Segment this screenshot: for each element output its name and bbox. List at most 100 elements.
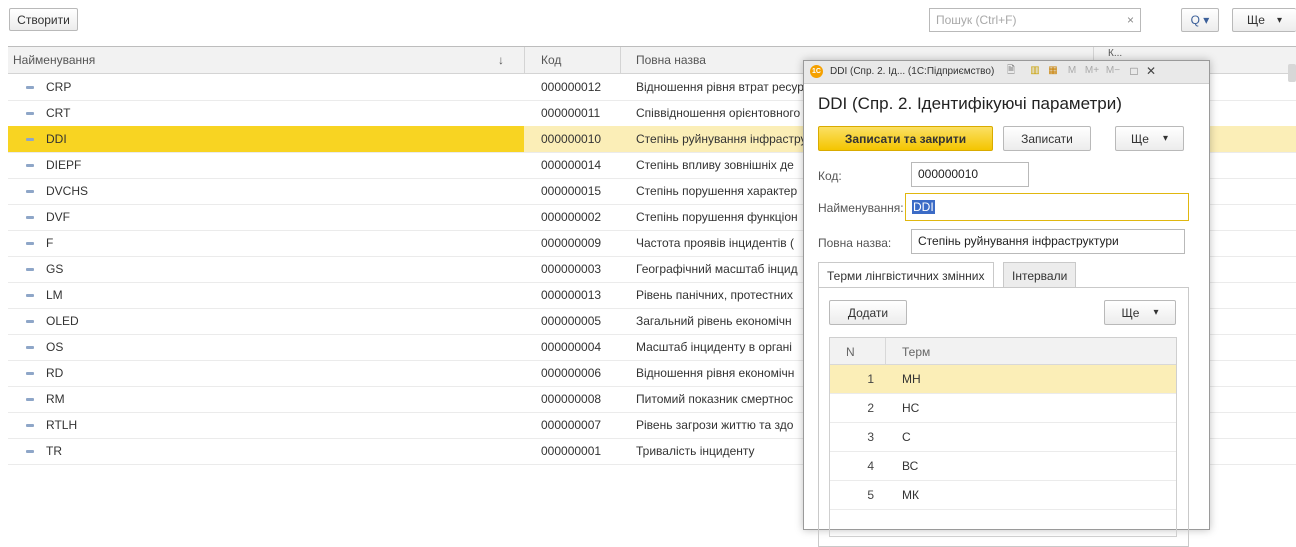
row-full-name: Степінь порушення функціон — [636, 210, 798, 224]
row-name: DIEPF — [46, 158, 82, 172]
memory-icon[interactable]: M — [1066, 65, 1078, 77]
clear-search-icon[interactable]: × — [1127, 13, 1134, 27]
code-label: Код: — [818, 169, 842, 183]
row-code: 000000012 — [541, 80, 602, 94]
term-row[interactable]: 4 ВС — [830, 452, 1176, 481]
row-full-name: Загальний рівень економічн — [636, 314, 792, 328]
tab-terms[interactable]: Терми лінгвістичних змінних — [818, 262, 994, 288]
term-row[interactable]: 3С — [830, 423, 1176, 452]
row-full-name: Степінь впливу зовнішніх де — [636, 158, 794, 172]
row-name: GS — [46, 262, 64, 276]
row-code: 000000010 — [541, 132, 602, 146]
terms-more-arrow-icon: ▾ — [1153, 307, 1159, 318]
row-full-name: Степінь руйнування інфраструктури — [636, 132, 811, 146]
window-title: DDI (Спр. 2. Ід... (1С:Підприємство) — [830, 66, 995, 77]
app-logo-icon: 1С — [810, 65, 823, 78]
term-number: 5 — [867, 488, 874, 502]
term-value: НС — [902, 401, 920, 415]
search-placeholder: Пошук (Ctrl+F) — [936, 13, 1017, 27]
memory-minus-icon[interactable]: M− — [1105, 65, 1121, 77]
row-name: DVCHS — [46, 184, 89, 198]
column-code-header[interactable]: Код — [541, 53, 561, 67]
full-name-label: Повна назва: — [818, 236, 892, 250]
row-code: 000000001 — [541, 444, 602, 458]
column-name-header[interactable]: Найменування — [13, 53, 95, 67]
catalog-item-icon — [26, 216, 34, 219]
search-input[interactable]: Пошук (Ctrl+F) × — [929, 8, 1141, 32]
link-icon[interactable]: 🗎 — [1005, 65, 1017, 77]
add-term-button[interactable]: Додати — [829, 300, 907, 325]
maximize-icon[interactable]: □ — [1128, 65, 1140, 77]
row-code: 000000006 — [541, 366, 602, 380]
term-number: 4 — [867, 459, 874, 473]
row-name: OLED — [46, 314, 79, 328]
term-number: 1 — [867, 372, 874, 386]
row-code: 000000014 — [541, 158, 602, 172]
terms-column-term[interactable]: Терм — [902, 345, 930, 359]
row-name: CRT — [46, 106, 71, 120]
row-full-name: Степінь порушення характер — [636, 184, 798, 198]
create-button[interactable]: Створити — [9, 8, 78, 31]
row-code: 000000009 — [541, 236, 602, 250]
more-arrow-icon: ▾ — [1276, 14, 1282, 26]
terms-more-button[interactable]: Ще ▾ — [1104, 300, 1176, 325]
terms-table-header: N Терм — [830, 338, 1176, 365]
term-row[interactable]: 2 НС — [830, 394, 1176, 423]
more-button[interactable]: Ще ▾ — [1232, 8, 1296, 32]
row-name: CRP — [46, 80, 72, 94]
full-name-field[interactable]: Степінь руйнування інфраструктури — [911, 229, 1185, 254]
catalog-item-icon — [26, 268, 34, 271]
sort-arrow-icon[interactable]: ↓ — [498, 53, 504, 67]
row-full-name: Географічний масштаб інцид — [636, 262, 798, 276]
row-full-name: Питомий показник смертнос — [636, 392, 794, 406]
term-number: 2 — [867, 401, 874, 415]
list-scrollbar[interactable] — [1288, 64, 1296, 82]
calendar-icon[interactable]: ▦ — [1047, 65, 1059, 77]
row-full-name: Масштаб інциденту в органі — [636, 340, 792, 354]
row-name-highlight — [8, 126, 524, 152]
row-code: 000000015 — [541, 184, 602, 198]
catalog-item-icon — [26, 398, 34, 401]
calculator-icon[interactable]: ▥ — [1029, 65, 1041, 77]
save-and-close-button[interactable]: Записати та закрити — [818, 126, 993, 151]
terms-column-n[interactable]: N — [846, 345, 855, 359]
row-full-name: Співвідношення орієнтовного — [636, 106, 801, 120]
catalog-item-icon — [26, 190, 34, 193]
save-button[interactable]: Записати — [1003, 126, 1091, 151]
term-value: С — [902, 430, 911, 444]
row-name: F — [46, 236, 54, 250]
code-field[interactable]: 000000010 — [911, 162, 1029, 187]
catalog-item-icon — [26, 164, 34, 167]
row-name: LM — [46, 288, 63, 302]
term-value: ВС — [902, 459, 919, 473]
row-name: RD — [46, 366, 64, 380]
search-button[interactable]: Q ▾ — [1181, 8, 1219, 32]
row-code: 000000007 — [541, 418, 602, 432]
row-name: DVF — [46, 210, 70, 224]
name-field[interactable]: DDI — [905, 193, 1189, 221]
term-row[interactable]: 5 МК — [830, 481, 1176, 510]
catalog-item-icon — [26, 242, 34, 245]
row-full-name: Тривалість інциденту — [636, 444, 755, 458]
terms-table[interactable]: N Терм 1 МН 2 НС 3 С 4 ВС 5 МК — [829, 337, 1177, 537]
row-name: DDI — [46, 132, 67, 146]
tab-intervals[interactable]: Інтервали — [1003, 262, 1077, 288]
column-extra-header[interactable]: К... — [1108, 48, 1122, 59]
row-code: 000000005 — [541, 314, 602, 328]
term-row[interactable]: 1 МН — [830, 365, 1176, 394]
row-code: 000000011 — [541, 106, 601, 120]
row-code: 000000008 — [541, 392, 602, 406]
dialog-more-button[interactable]: Ще ▾ — [1115, 126, 1184, 151]
catalog-item-icon — [26, 86, 34, 89]
row-full-name: Частота проявів інцидентів ( — [636, 236, 794, 250]
term-number: 3 — [867, 430, 874, 444]
dialog-more-label: Ще — [1131, 131, 1149, 146]
memory-plus-icon[interactable]: M+ — [1083, 65, 1101, 77]
close-icon[interactable]: ✕ — [1145, 65, 1157, 77]
dialog-titlebar[interactable]: 1С DDI (Спр. 2. Ід... (1С:Підприємство) … — [804, 61, 1209, 84]
row-name: RM — [46, 392, 65, 406]
term-value: МН — [902, 372, 921, 386]
row-name: RTLH — [46, 418, 78, 432]
column-full-name-header[interactable]: Повна назва — [636, 53, 706, 67]
term-value: МК — [902, 488, 919, 502]
